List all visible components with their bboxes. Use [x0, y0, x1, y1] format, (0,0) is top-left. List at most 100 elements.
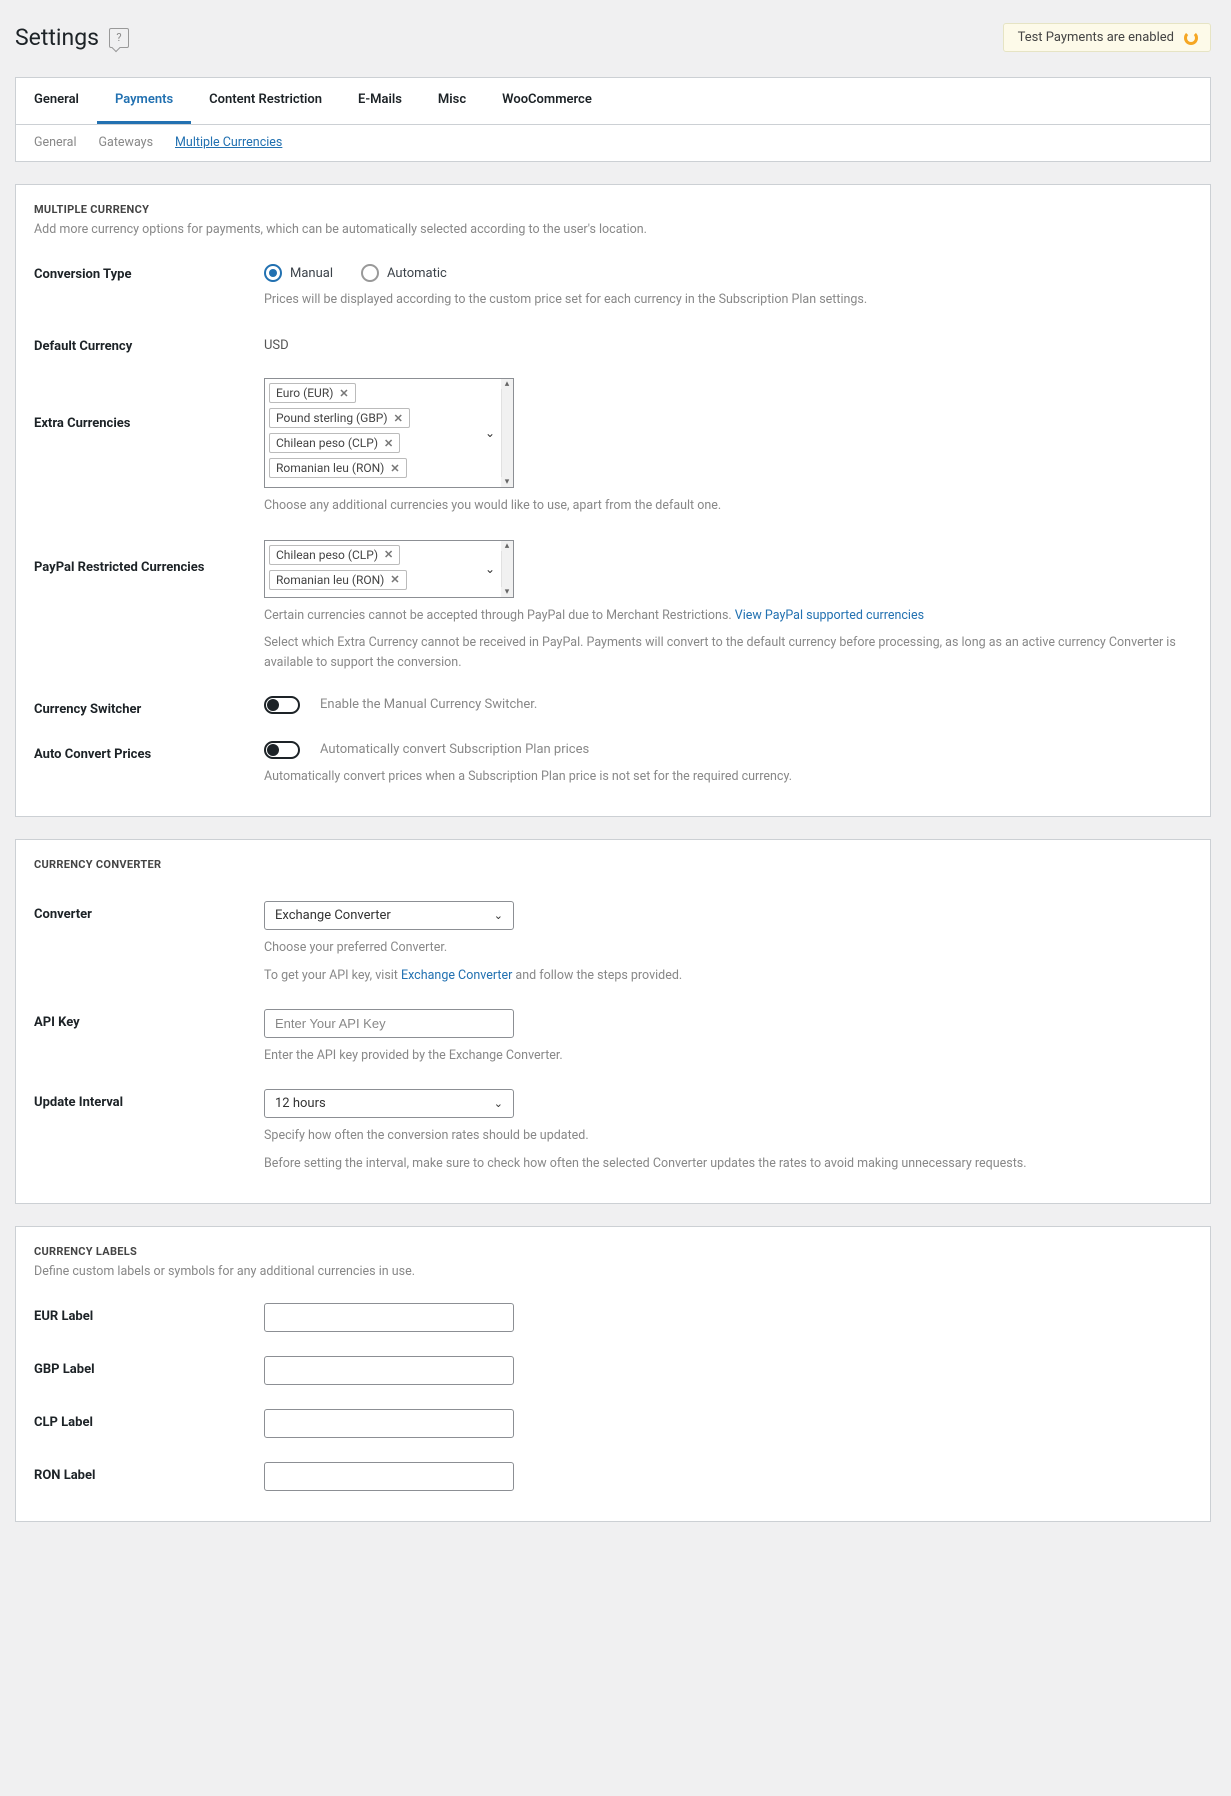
- subtab-multiple-currencies[interactable]: Multiple Currencies: [175, 125, 282, 160]
- converter-help2: To get your API key, visit Exchange Conv…: [264, 966, 1192, 985]
- auto-convert-help: Automatically convert prices when a Subs…: [264, 767, 1192, 786]
- extra-currencies-help: Choose any additional currencies you wou…: [264, 496, 1192, 515]
- update-interval-label: Update Interval: [34, 1089, 264, 1110]
- clp-label-label: CLP Label: [34, 1409, 264, 1430]
- panel-heading: MULTIPLE CURRENCY: [34, 203, 1192, 216]
- currency-switcher-label: Currency Switcher: [34, 696, 264, 717]
- paypal-restricted-select[interactable]: ▴ ▾ ⌄ Chilean peso (CLP) ✕ Romanian leu (…: [264, 540, 514, 598]
- subtab-general[interactable]: General: [34, 125, 77, 160]
- panel-desc: Define custom labels or symbols for any …: [34, 1264, 1192, 1279]
- api-key-input[interactable]: [264, 1009, 514, 1038]
- update-interval-help2: Before setting the interval, make sure t…: [264, 1154, 1192, 1173]
- conversion-type-help: Prices will be displayed according to th…: [264, 290, 1192, 309]
- panel-multiple-currency: MULTIPLE CURRENCY Add more currency opti…: [15, 184, 1211, 817]
- converter-value: Exchange Converter: [275, 908, 391, 923]
- radio-automatic[interactable]: Automatic: [361, 264, 447, 282]
- chip-remove-icon[interactable]: ✕: [390, 573, 399, 586]
- chip-label: Pound sterling (GBP): [276, 411, 388, 425]
- tab-general[interactable]: General: [16, 78, 97, 124]
- primary-tabs: General Payments Content Restriction E-M…: [16, 78, 1210, 125]
- chip-clp: Chilean peso (CLP) ✕: [269, 433, 400, 453]
- converter-select[interactable]: Exchange Converter ⌄: [264, 901, 514, 930]
- extra-currencies-select[interactable]: ▴ ▾ ⌄ Euro (EUR)✕ Pound sterling (GBP)✕ …: [264, 378, 514, 488]
- scroll-up-icon[interactable]: ▴: [501, 541, 513, 551]
- chip-label: Romanian leu (RON): [276, 573, 384, 587]
- help-text: To get your API key, visit: [264, 968, 401, 983]
- gbp-label-label: GBP Label: [34, 1356, 264, 1377]
- spinner-icon: [1184, 31, 1198, 45]
- chevron-down-icon: ⌄: [494, 1097, 503, 1110]
- page-title: Settings ?: [15, 24, 129, 51]
- auto-convert-toggle-label: Automatically convert Subscription Plan …: [320, 742, 589, 757]
- chip-gbp: Pound sterling (GBP) ✕: [269, 408, 410, 428]
- scroll-up-icon[interactable]: ▴: [501, 379, 513, 389]
- api-key-label: API Key: [34, 1009, 264, 1030]
- api-key-help: Enter the API key provided by the Exchan…: [264, 1046, 1192, 1065]
- scrollbar-gutter: [501, 379, 513, 487]
- chip-remove-icon[interactable]: ✕: [384, 437, 393, 450]
- test-payments-notice: Test Payments are enabled: [1003, 23, 1211, 52]
- secondary-tabs: General Gateways Multiple Currencies: [16, 125, 1210, 161]
- auto-convert-toggle[interactable]: [264, 741, 300, 759]
- chip-clp: Chilean peso (CLP) ✕: [269, 545, 400, 565]
- chip-remove-icon[interactable]: ✕: [339, 387, 348, 400]
- help-text: Certain currencies cannot be accepted th…: [264, 608, 735, 623]
- currency-switcher-toggle-label: Enable the Manual Currency Switcher.: [320, 697, 537, 712]
- panel-currency-converter: CURRENCY CONVERTER Converter Exchange Co…: [15, 839, 1211, 1204]
- paypal-restricted-help1: Certain currencies cannot be accepted th…: [264, 606, 1192, 625]
- update-interval-help1: Specify how often the conversion rates s…: [264, 1126, 1192, 1145]
- radio-automatic-label: Automatic: [387, 266, 447, 281]
- currency-switcher-toggle[interactable]: [264, 696, 300, 714]
- chip-label: Euro (EUR): [276, 386, 333, 400]
- exchange-converter-link[interactable]: Exchange Converter: [401, 968, 512, 983]
- chip-ron: Romanian leu (RON) ✕: [269, 458, 407, 478]
- chip-remove-icon[interactable]: ✕: [384, 548, 393, 561]
- converter-help1: Choose your preferred Converter.: [264, 938, 1192, 957]
- auto-convert-label: Auto Convert Prices: [34, 741, 264, 762]
- chevron-down-icon: ⌄: [485, 562, 495, 576]
- tab-content-restriction[interactable]: Content Restriction: [191, 78, 340, 124]
- radio-icon: [361, 264, 379, 282]
- paypal-restricted-label: PayPal Restricted Currencies: [34, 540, 264, 575]
- chevron-down-icon: ⌄: [485, 426, 495, 440]
- eur-label-input[interactable]: [264, 1303, 514, 1332]
- update-interval-select[interactable]: 12 hours ⌄: [264, 1089, 514, 1118]
- panel-heading: CURRENCY CONVERTER: [34, 858, 1192, 871]
- tabs-container: General Payments Content Restriction E-M…: [15, 77, 1211, 162]
- ron-label-input[interactable]: [264, 1462, 514, 1491]
- chip-label: Romanian leu (RON): [276, 461, 384, 475]
- converter-label: Converter: [34, 901, 264, 922]
- conversion-type-label: Conversion Type: [34, 261, 264, 282]
- scroll-down-icon[interactable]: ▾: [501, 477, 513, 487]
- eur-label-label: EUR Label: [34, 1303, 264, 1324]
- chip-remove-icon[interactable]: ✕: [394, 412, 403, 425]
- extra-currencies-label: Extra Currencies: [34, 378, 264, 431]
- scroll-down-icon[interactable]: ▾: [501, 587, 513, 597]
- panel-currency-labels: CURRENCY LABELS Define custom labels or …: [15, 1226, 1211, 1522]
- subtab-gateways[interactable]: Gateways: [99, 125, 154, 160]
- clp-label-input[interactable]: [264, 1409, 514, 1438]
- tab-misc[interactable]: Misc: [420, 78, 484, 124]
- chip-label: Chilean peso (CLP): [276, 548, 378, 562]
- chip-ron: Romanian leu (RON) ✕: [269, 570, 407, 590]
- gbp-label-input[interactable]: [264, 1356, 514, 1385]
- panel-desc: Add more currency options for payments, …: [34, 222, 1192, 237]
- radio-manual[interactable]: Manual: [264, 264, 333, 282]
- paypal-restricted-help2: Select which Extra Currency cannot be re…: [264, 633, 1192, 672]
- page-title-text: Settings: [15, 24, 99, 51]
- help-icon[interactable]: ?: [109, 28, 129, 48]
- tab-woocommerce[interactable]: WooCommerce: [484, 78, 610, 124]
- chip-remove-icon[interactable]: ✕: [390, 462, 399, 475]
- test-payments-text: Test Payments are enabled: [1018, 30, 1174, 45]
- chip-label: Chilean peso (CLP): [276, 436, 378, 450]
- paypal-currencies-link[interactable]: View PayPal supported currencies: [735, 608, 924, 623]
- default-currency-value: USD: [264, 333, 1192, 353]
- help-text: and follow the steps provided.: [512, 968, 682, 983]
- radio-manual-label: Manual: [290, 266, 333, 281]
- chip-eur: Euro (EUR) ✕: [269, 383, 356, 403]
- ron-label-label: RON Label: [34, 1462, 264, 1483]
- tab-payments[interactable]: Payments: [97, 78, 191, 124]
- radio-icon: [264, 264, 282, 282]
- tab-emails[interactable]: E-Mails: [340, 78, 420, 124]
- update-interval-value: 12 hours: [275, 1096, 326, 1111]
